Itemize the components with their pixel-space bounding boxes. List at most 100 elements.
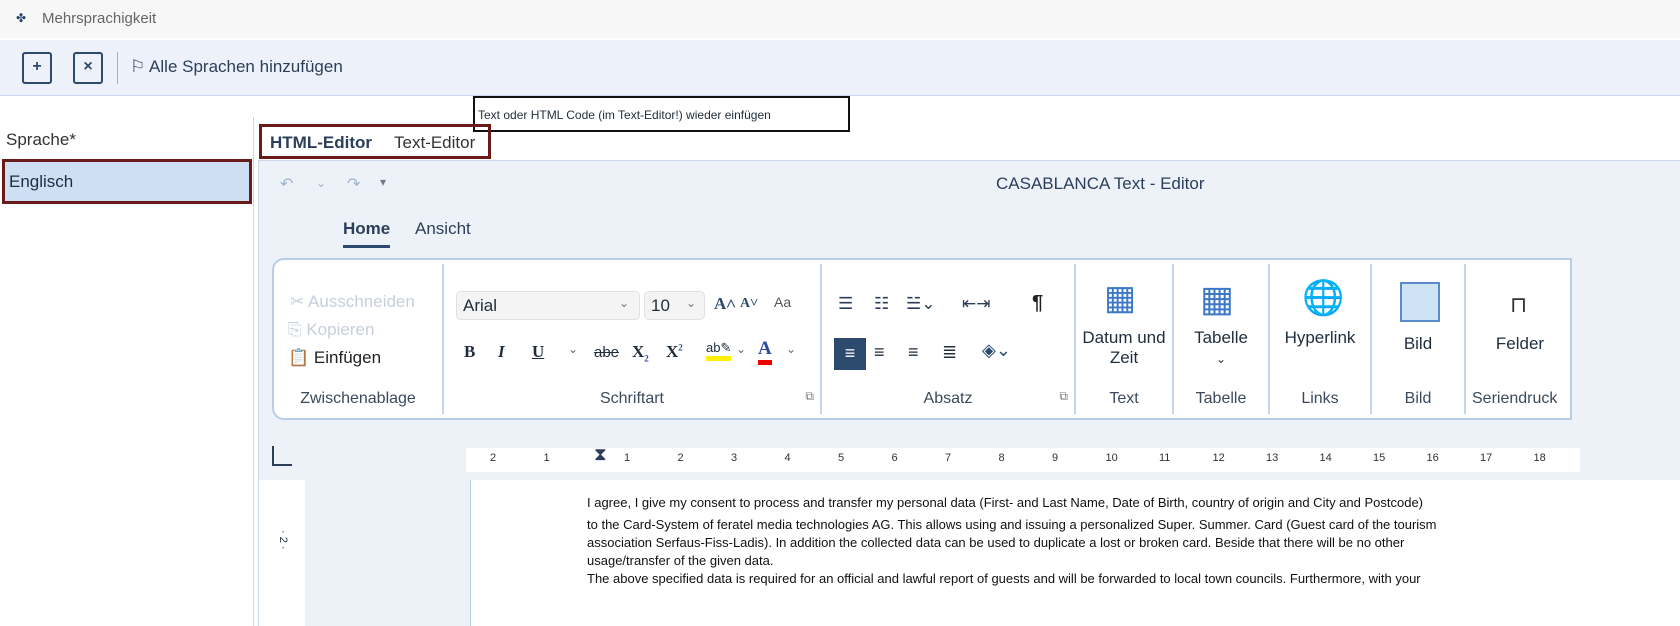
calendar-icon: ▦ — [1104, 279, 1137, 317]
chevron-down-icon[interactable]: ⌄ — [568, 342, 578, 356]
ruler-tick-label: 13 — [1266, 452, 1279, 464]
align-center-icon[interactable]: ≡ — [874, 342, 885, 363]
dialog-launcher-icon[interactable]: ⧉ — [1059, 389, 1068, 404]
underline-icon[interactable]: U — [532, 342, 544, 362]
text-group: ▦ Datum und Zeit Text — [1076, 264, 1174, 414]
ribbon-tab-ansicht[interactable]: Ansicht — [415, 219, 471, 239]
scissors-icon: ✂ — [290, 292, 305, 311]
ruler-tick-label: 11 — [1159, 452, 1171, 464]
ruler-tick-label: 7 — [945, 452, 952, 464]
ruler-tick-label: 14 — [1319, 452, 1332, 464]
font-name-select[interactable]: Arial ⌄ — [456, 291, 640, 320]
align-left-icon[interactable]: ≡ — [834, 338, 866, 370]
tooltip: Text oder HTML Code (im Text-Editor!) wi… — [473, 96, 850, 132]
table-button[interactable]: Tabelle ⌄ — [1174, 328, 1268, 368]
tab-text-editor[interactable]: Text-Editor — [394, 133, 475, 153]
cut-button[interactable]: ✂ Ausschneiden — [290, 292, 415, 312]
indent-marker-icon[interactable]: ⧗ — [594, 444, 607, 465]
grow-font-icon[interactable]: A˄ — [714, 294, 736, 314]
numbered-list-icon[interactable]: ☷ — [874, 294, 889, 314]
ribbon: ✂ Ausschneiden ⎘ Kopieren 📋 Einfügen Zwi… — [272, 258, 1572, 420]
globe-icon: 🌐 — [1302, 279, 1345, 317]
bullet-list-icon[interactable]: ☰ — [838, 294, 853, 314]
image-icon — [1400, 282, 1440, 322]
pilcrow-icon[interactable]: ¶ — [1032, 292, 1043, 315]
indent-icon[interactable]: ⇤⇥ — [962, 294, 991, 314]
copy-icon: ⎘ — [288, 320, 302, 339]
add-all-languages-button[interactable]: ⚐ Alle Sprachen hinzufügen — [130, 57, 343, 77]
chevron-down-icon: ⌄ — [685, 296, 696, 310]
add-all-languages-label: Alle Sprachen hinzufügen — [149, 57, 343, 76]
ruler-tick-label: 9 — [1052, 452, 1059, 464]
font-color-icon[interactable]: A — [758, 338, 772, 365]
document-line: I agree, I give my consent to process an… — [587, 495, 1424, 510]
fields-button[interactable]: Felder — [1466, 334, 1574, 354]
hyperlink-button[interactable]: Hyperlink — [1270, 328, 1370, 348]
table-group: ▦ Tabelle ⌄ Tabelle — [1174, 264, 1270, 414]
ruler-tick-label: 5 — [838, 452, 845, 464]
quick-access-menu-icon[interactable]: ▾ — [380, 175, 386, 189]
multilevel-list-icon[interactable]: ☱⌄ — [906, 294, 935, 314]
ruler-tick-label: 6 — [891, 452, 898, 464]
paste-icon: 📋 — [288, 348, 310, 367]
document-line: The above specified data is required for… — [587, 571, 1421, 586]
table-group-label: Tabelle — [1195, 390, 1247, 407]
highlight-icon[interactable]: ab✎ — [706, 340, 732, 361]
font-group: Arial ⌄ 10 ⌄ A˄ A˅ Aa B I U ⌄ abe X2 X2 ab… — [444, 264, 822, 414]
add-file-icon[interactable]: + — [22, 52, 52, 84]
ruler-tick-label: 15 — [1373, 452, 1386, 464]
superscript-icon[interactable]: X2 — [666, 342, 683, 362]
title-bar: ✤ Mehrsprachigkeit — [0, 0, 1680, 38]
language-item-englisch[interactable]: Englisch — [2, 159, 252, 204]
document-body[interactable]: I agree, I give my consent to process an… — [470, 480, 1680, 626]
delete-file-icon[interactable]: × — [73, 52, 103, 84]
font-size-select[interactable]: 10 ⌄ — [644, 291, 705, 320]
paste-button[interactable]: 📋 Einfügen — [288, 348, 381, 368]
app-icon: ✤ — [16, 11, 27, 25]
date-time-button[interactable]: Datum und Zeit — [1076, 328, 1172, 368]
chevron-down-icon[interactable]: ⌄ — [316, 176, 326, 190]
chevron-down-icon: ⌄ — [618, 296, 629, 310]
chevron-down-icon[interactable]: ⌄ — [786, 342, 796, 356]
copy-label: Kopieren — [306, 320, 375, 339]
strikethrough-icon[interactable]: abe — [594, 344, 619, 361]
flag-icon: ⚐ — [130, 57, 146, 76]
dialog-launcher-icon[interactable]: ⧉ — [805, 389, 814, 404]
tab-stop-icon[interactable] — [272, 446, 292, 466]
ruler-tick-label: 4 — [784, 452, 791, 464]
ruler-tick-label: 10 — [1105, 452, 1118, 464]
language-header: Sprache* — [6, 130, 76, 149]
ruler-tick-label: 1 — [624, 452, 631, 464]
ribbon-tab-home[interactable]: Home — [343, 219, 391, 248]
clear-format-icon[interactable]: Aa — [774, 294, 791, 310]
ruler-tick-label: 8 — [998, 452, 1005, 464]
mail-merge-group: ⊓ Felder Seriendruck — [1466, 264, 1574, 414]
undo-icon[interactable]: ↶ — [280, 174, 293, 194]
ruler-tick-label: 2 — [677, 452, 684, 464]
image-button[interactable]: Bild — [1372, 334, 1464, 354]
chevron-down-icon[interactable]: ⌄ — [736, 342, 746, 356]
shading-icon[interactable]: ◈⌄ — [982, 340, 1011, 361]
redo-icon[interactable]: ↷ — [347, 174, 360, 194]
chevron-down-icon: ⌄ — [1215, 352, 1227, 366]
clipboard-group: ✂ Ausschneiden ⎘ Kopieren 📋 Einfügen Zwi… — [274, 264, 444, 414]
subscript-icon[interactable]: X2 — [632, 342, 649, 363]
mail-merge-label: Seriendruck — [1472, 390, 1558, 407]
italic-icon[interactable]: I — [498, 342, 505, 362]
ruler-tick-label: 18 — [1533, 452, 1546, 464]
editor-title: CASABLANCA Text - Editor — [996, 174, 1205, 193]
vertical-ruler-tick: · 2 · — [277, 530, 289, 550]
clipboard-label: Zwischenablage — [300, 390, 416, 407]
align-right-icon[interactable]: ≡ — [908, 342, 919, 363]
ruler-tick-label: 12 — [1212, 452, 1225, 464]
tab-html-editor[interactable]: HTML-Editor — [270, 133, 372, 153]
text-group-label: Text — [1109, 390, 1139, 407]
shrink-font-icon[interactable]: A˅ — [740, 296, 758, 312]
table-button-label: Tabelle — [1194, 328, 1248, 347]
image-group-label: Bild — [1404, 390, 1432, 407]
links-group-label: Links — [1301, 390, 1339, 407]
justify-icon[interactable]: ≣ — [942, 342, 957, 363]
paragraph-label: Absatz — [923, 390, 973, 407]
copy-button[interactable]: ⎘ Kopieren — [288, 320, 374, 340]
bold-icon[interactable]: B — [464, 342, 475, 362]
